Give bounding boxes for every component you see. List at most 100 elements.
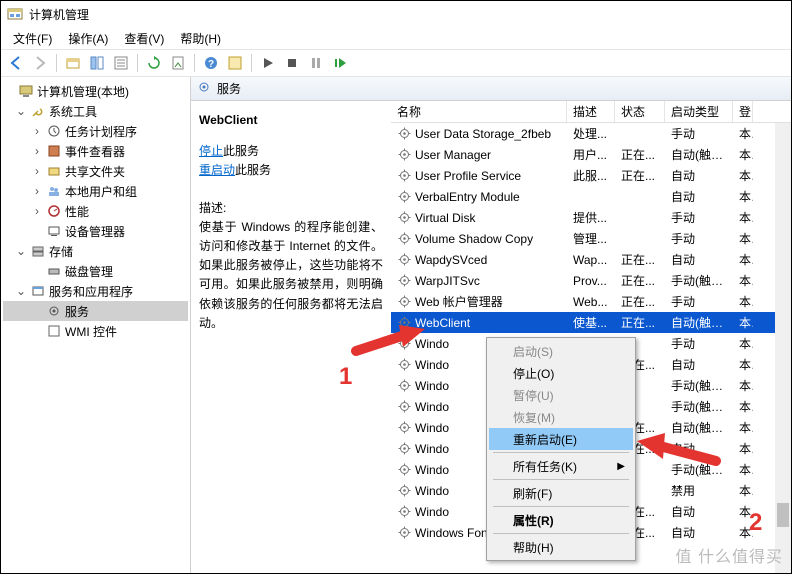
service-row[interactable]: VerbalEntry Module自动本 (391, 186, 791, 207)
service-row[interactable]: Web 帐户管理器Web...正在...手动本 (391, 291, 791, 312)
svc-name: User Data Storage_2fbeb (415, 127, 551, 141)
svc-desc: 提供... (567, 209, 615, 226)
svc-starttype: 自动 (665, 167, 733, 184)
menu-action[interactable]: 操作(A) (62, 28, 114, 49)
tree-svcapps[interactable]: 服务和应用程序 (49, 283, 133, 300)
col-starttype[interactable]: 启动类型 (665, 101, 733, 122)
apps-icon (30, 283, 46, 299)
svc-name: User Profile Service (415, 169, 521, 183)
twisty-icon[interactable]: › (31, 124, 43, 138)
menu-help[interactable]: 帮助(H) (174, 28, 227, 49)
back-button[interactable] (5, 52, 27, 74)
play-button[interactable] (257, 52, 279, 74)
scrollbar[interactable] (775, 123, 791, 573)
service-row[interactable]: WarpJITSvcProv...正在...手动(触发...本 (391, 270, 791, 291)
event-icon (46, 143, 62, 159)
ctx-help[interactable]: 帮助(H) (489, 536, 633, 558)
tree-shared[interactable]: 共享文件夹 (65, 163, 125, 180)
service-row[interactable]: User Data Storage_2fbeb处理...手动本 (391, 123, 791, 144)
col-desc[interactable]: 描述 (567, 101, 615, 122)
tree-storage[interactable]: 存储 (49, 243, 73, 260)
view-button[interactable] (86, 52, 108, 74)
gear-icon (397, 379, 411, 393)
service-row[interactable]: Virtual Disk提供...手动本 (391, 207, 791, 228)
tree-devmgr[interactable]: 设备管理器 (65, 223, 125, 240)
gear-icon (397, 274, 411, 288)
nav-tree[interactable]: 计算机管理(本地) ⌄ 系统工具 › 任务计划程序 › 事件查看器 › 共享文件夹 › 本… (1, 77, 191, 573)
twisty-icon[interactable]: › (31, 184, 43, 198)
service-row[interactable]: Volume Shadow Copy管理...手动本 (391, 228, 791, 249)
ctx-props[interactable]: 属性(R) (489, 509, 633, 531)
tree-eventviewer[interactable]: 事件查看器 (65, 143, 125, 160)
twisty-icon[interactable]: › (31, 144, 43, 158)
desc-text: 使基于 Windows 的程序能创建、访问和修改基于 Internet 的文件。… (199, 218, 383, 333)
ctx-stop[interactable]: 停止(O) (489, 362, 633, 384)
stop-link[interactable]: 停止 (199, 144, 223, 158)
svc-name: WapdySVced (415, 253, 487, 267)
tools-icon (30, 103, 46, 119)
svc-desc: 处理... (567, 125, 615, 142)
gear-icon (46, 303, 62, 319)
svc-status: 正在... (615, 293, 665, 310)
gear-icon (397, 358, 411, 372)
svc-logon: 本 (733, 377, 753, 394)
list-header[interactable]: ^ 名称 描述 状态 启动类型 登 (391, 101, 791, 123)
tree-localusers[interactable]: 本地用户和组 (65, 183, 137, 200)
ctx-resume: 恢复(M) (489, 406, 633, 428)
tree-systools[interactable]: 系统工具 (49, 103, 97, 120)
perf-icon (46, 203, 62, 219)
svc-logon: 本 (733, 272, 753, 289)
ctx-restart[interactable]: 重新启动(E) (489, 428, 633, 450)
gear-icon (397, 232, 411, 246)
service-row[interactable]: User Manager用户...正在...自动(触发...本 (391, 144, 791, 165)
svc-starttype: 手动 (665, 209, 733, 226)
service-row[interactable]: WapdySVcedWap...正在...自动本 (391, 249, 791, 270)
twisty-icon[interactable]: ⌄ (15, 284, 27, 298)
menu-file[interactable]: 文件(F) (7, 28, 58, 49)
ctx-alltasks[interactable]: 所有任务(K)▶ (489, 455, 633, 477)
col-name[interactable]: 名称 (391, 101, 567, 122)
export-button[interactable] (167, 52, 189, 74)
gear-icon (397, 421, 411, 435)
col-status[interactable]: 状态 (615, 101, 665, 122)
tree-services: 服务 (65, 303, 89, 320)
gear-icon (397, 127, 411, 141)
twisty-icon[interactable]: › (31, 164, 43, 178)
tree-diskmgr[interactable]: 磁盘管理 (65, 263, 113, 280)
toolbar: ? (1, 49, 791, 77)
refresh-button[interactable] (143, 52, 165, 74)
props-button[interactable] (224, 52, 246, 74)
up-button[interactable] (62, 52, 84, 74)
restart-link[interactable]: 重启动 (199, 163, 235, 177)
tree-tasksched[interactable]: 任务计划程序 (65, 123, 137, 140)
svc-starttype: 自动 (665, 356, 733, 373)
scrollbar-thumb[interactable] (777, 503, 789, 527)
tree-perf[interactable]: 性能 (65, 203, 89, 220)
stop-button[interactable] (281, 52, 303, 74)
service-row[interactable]: WebClient使基...正在...自动(触发...本 (391, 312, 791, 333)
tree-wmi[interactable]: WMI 控件 (65, 323, 117, 340)
device-icon (46, 223, 62, 239)
col-logon[interactable]: 登 (733, 101, 753, 122)
wmi-icon (46, 323, 62, 339)
svc-name: Windo (415, 400, 449, 414)
svc-name: Windo (415, 484, 449, 498)
svc-logon: 本 (733, 230, 753, 247)
svc-desc: 用户... (567, 146, 615, 163)
svc-starttype: 手动 (665, 125, 733, 142)
twisty-icon[interactable]: ⌄ (15, 244, 27, 258)
restart-button[interactable] (329, 52, 351, 74)
twisty-icon[interactable]: ⌄ (15, 104, 27, 118)
help-button[interactable]: ? (200, 52, 222, 74)
svc-logon: 本 (733, 335, 753, 352)
menu-view[interactable]: 查看(V) (118, 28, 170, 49)
filter-button[interactable] (110, 52, 132, 74)
tree-root[interactable]: 计算机管理(本地) (37, 83, 129, 100)
svc-name: Windo (415, 505, 449, 519)
ctx-start: 启动(S) (489, 340, 633, 362)
service-row[interactable]: User Profile Service此服...正在...自动本 (391, 165, 791, 186)
svc-logon: 本 (733, 440, 753, 457)
ctx-refresh[interactable]: 刷新(F) (489, 482, 633, 504)
twisty-icon[interactable]: › (31, 204, 43, 218)
tree-services-item[interactable]: 服务 (3, 301, 188, 321)
